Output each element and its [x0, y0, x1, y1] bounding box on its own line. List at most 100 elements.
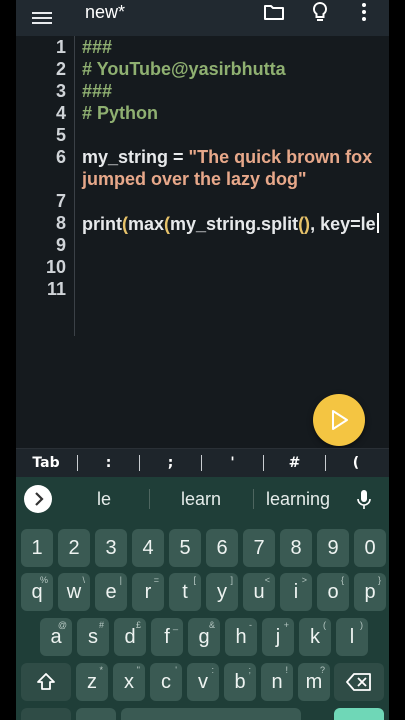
key-label: r	[144, 581, 152, 603]
key-hint: &	[208, 620, 215, 630]
key-label: 3	[105, 537, 117, 559]
letter-key[interactable]: > i	[280, 573, 312, 611]
run-button[interactable]	[313, 394, 365, 446]
number-key[interactable]: 3	[95, 529, 127, 567]
line-number: 7	[55, 191, 66, 211]
letter-key[interactable]: ? m	[298, 663, 330, 701]
key-label: 0	[364, 537, 376, 559]
suggestion-word[interactable]: learn	[150, 477, 252, 521]
key-label: 6	[216, 537, 228, 559]
letter-key[interactable]: | e	[95, 573, 127, 611]
key-hint: :	[211, 665, 214, 675]
letter-key[interactable]: " x	[113, 663, 145, 701]
space-key[interactable]	[121, 708, 301, 720]
letter-key[interactable]: & g	[188, 618, 220, 656]
open-paren-key[interactable]: (	[326, 449, 386, 477]
number-key[interactable]: 1	[21, 529, 53, 567]
number-key[interactable]: 5	[169, 529, 201, 567]
key-label: 5	[179, 537, 191, 559]
letter-key[interactable]: @ a	[40, 618, 72, 656]
letter-key[interactable]: -h	[225, 618, 257, 656]
key-hint: |	[119, 575, 122, 585]
suggestion-word[interactable]: le	[60, 477, 148, 521]
line-number-gutter: 1 2 3 4 5 6 7 8 9 10 11	[16, 36, 75, 336]
letter-key[interactable]: ; b	[224, 663, 256, 701]
code-editor[interactable]: 1 2 3 4 5 6 7 8 9 10 11 ### # YouTube@ya…	[16, 36, 389, 448]
letter-key[interactable]: ' c	[150, 663, 182, 701]
suggestion-word[interactable]: learning	[254, 477, 342, 521]
letter-key[interactable]: \ w	[58, 573, 90, 611]
key-label: k	[310, 626, 320, 648]
key-hint: @	[57, 620, 67, 630]
soft-keyboard: le learn learning 1234567890 % q \ w | e = r[t]…	[16, 477, 389, 720]
number-key[interactable]: 7	[243, 529, 275, 567]
letter-key[interactable]: {o	[317, 573, 349, 611]
letter-key[interactable]: = r	[132, 573, 164, 611]
tab-key[interactable]: Tab	[16, 449, 76, 477]
number-key[interactable]: 9	[317, 529, 349, 567]
key-label: l	[349, 626, 355, 648]
key-label: 1	[31, 537, 43, 559]
key-label: i	[293, 581, 299, 603]
letter-key[interactable]: # s	[77, 618, 109, 656]
letter-key[interactable]: ) l	[336, 618, 368, 656]
code-editor-app: new* 1 2 3 4 5 6 7 8 9 10 11 ### # YouTu…	[16, 0, 389, 720]
key-label: e	[105, 581, 117, 603]
key-label: z	[87, 671, 97, 693]
code-line-comment: ###	[82, 37, 113, 57]
colon-key[interactable]: :	[78, 449, 139, 477]
line-number: 4	[55, 103, 66, 123]
split-call: my_string.split	[170, 214, 299, 234]
key-label: y	[217, 581, 227, 603]
key-hint: >	[301, 575, 307, 585]
key-label: p	[364, 581, 376, 603]
right-black-band	[389, 0, 405, 720]
letter-key[interactable]: < u	[243, 573, 275, 611]
hamburger-menu-icon[interactable]	[32, 9, 52, 27]
line-number: 5	[55, 125, 66, 145]
line-number: 1	[55, 37, 66, 57]
key-hint: +	[283, 620, 289, 630]
backspace-key[interactable]	[334, 663, 384, 701]
letter-key[interactable]: :v	[187, 663, 219, 701]
letter-key[interactable]: ! n	[261, 663, 293, 701]
semicolon-key[interactable]: ;	[140, 449, 201, 477]
letter-key[interactable]: (k	[299, 618, 331, 656]
shift-icon	[37, 673, 55, 690]
shift-key[interactable]	[21, 663, 71, 701]
enter-key[interactable]	[334, 708, 384, 720]
letter-key[interactable]: % q	[21, 573, 53, 611]
key-label: 9	[327, 537, 339, 559]
line-number: 9	[55, 235, 66, 255]
number-key[interactable]: 8	[280, 529, 312, 567]
hash-key[interactable]: #	[264, 449, 325, 477]
code-line-print: print(max(my_string.split(), key=le	[82, 213, 379, 235]
letter-key[interactable]: £ d	[114, 618, 146, 656]
number-key[interactable]: 0	[354, 529, 386, 567]
folder-icon[interactable]	[262, 0, 286, 24]
letter-key[interactable]: [t	[169, 573, 201, 611]
number-key[interactable]: 6	[206, 529, 238, 567]
letter-key[interactable]: } p	[354, 573, 386, 611]
lightbulb-icon[interactable]	[308, 0, 332, 24]
letter-key[interactable]: ] y	[206, 573, 238, 611]
suggestion-strip: le learn learning	[16, 477, 389, 521]
key-label: c	[161, 671, 171, 693]
key-hint: {	[340, 575, 344, 585]
chevron-right-icon[interactable]	[24, 485, 52, 513]
key-label: b	[234, 671, 246, 693]
key-hint: (	[323, 620, 326, 630]
letter-key[interactable]: * z	[76, 663, 108, 701]
code-line-comment: # Python	[82, 103, 159, 123]
letter-key[interactable]: _ f	[151, 618, 183, 656]
comma-key[interactable]	[76, 708, 116, 720]
quote-key[interactable]: '	[202, 449, 263, 477]
microphone-icon[interactable]	[357, 489, 371, 511]
letter-key[interactable]: + j	[262, 618, 294, 656]
number-key[interactable]: 2	[58, 529, 90, 567]
key-label: w	[66, 581, 82, 603]
symbols-key[interactable]	[21, 708, 71, 720]
key-label: v	[198, 671, 208, 693]
number-key[interactable]: 4	[132, 529, 164, 567]
more-vert-icon[interactable]	[352, 0, 376, 24]
